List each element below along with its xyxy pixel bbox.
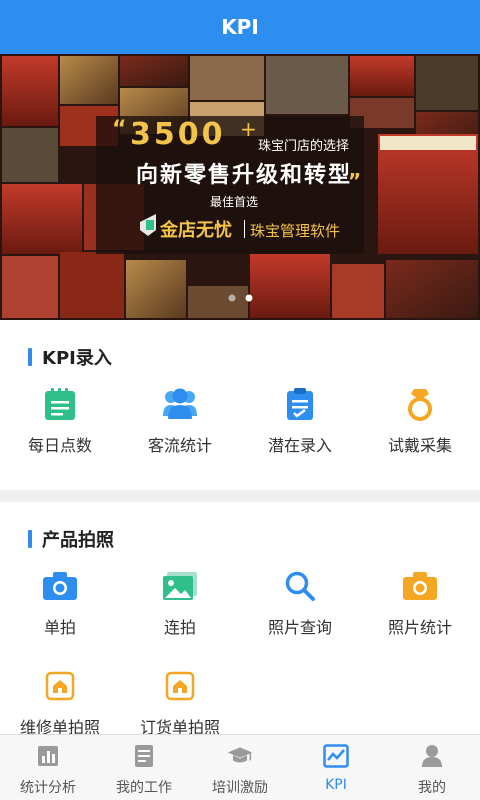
photo-item-label: 照片统计 [387, 618, 452, 637]
section-accent-bar [28, 348, 32, 366]
photo-section-title: 产品拍照 [28, 526, 114, 552]
banner-dot-2[interactable] [245, 294, 253, 302]
tab-my-work[interactable]: 我的工作 [96, 735, 192, 800]
photo-item-stats[interactable]: 照片统计 [360, 566, 480, 638]
bar-chart-icon [35, 743, 61, 769]
banner-dot-1[interactable] [228, 294, 236, 302]
photo-item-label: 单拍 [43, 618, 76, 637]
gallery-icon [160, 566, 200, 606]
camera-stats-icon [400, 566, 440, 606]
camera-icon [40, 566, 80, 606]
tab-label: 我的工作 [116, 780, 172, 796]
svg-text:”: ” [348, 169, 361, 193]
kpi-section-title: KPI录入 [28, 344, 112, 370]
kpi-item-label: 每日点数 [27, 436, 92, 455]
tab-profile[interactable]: 我的 [384, 735, 480, 800]
tab-label: 培训激励 [212, 780, 268, 796]
kpi-section-label: KPI录入 [42, 348, 112, 369]
kpi-item-label: 试戴采集 [387, 436, 452, 455]
photo-section-label: 产品拍照 [42, 530, 114, 551]
user-icon [419, 743, 445, 769]
svg-text:“: “ [112, 117, 126, 142]
kpi-item-label: 潜在录入 [267, 436, 332, 455]
tab-label: 我的 [418, 780, 446, 796]
ring-icon [400, 384, 440, 424]
section-divider [0, 490, 480, 502]
graduation-cap-icon [227, 743, 253, 769]
section-accent-bar [28, 530, 32, 548]
banner-headline: 向新零售升级和转型 [136, 162, 352, 188]
page-title: KPI [221, 15, 259, 39]
photo-item-single[interactable]: 单拍 [0, 566, 120, 638]
bottom-tab-bar: 统计分析 我的工作 培训激励 KPI 我的 [0, 734, 480, 800]
kpi-item-label: 客流统计 [147, 436, 212, 455]
tab-kpi[interactable]: KPI [288, 735, 384, 800]
order-photo-icon [160, 666, 200, 706]
banner-product: 珠宝管理软件 [250, 222, 340, 240]
header-bar: KPI [0, 0, 480, 54]
tab-label: KPI [325, 777, 347, 793]
banner-image: “ 3500 + 珠宝门店的选择 向新零售升级和转型 ” 最佳首选 金店无忧 珠… [0, 54, 480, 320]
photo-item-purchase-order[interactable]: 订货单拍照 [120, 666, 240, 738]
tab-label: 统计分析 [20, 780, 76, 796]
photo-item-label: 照片查询 [267, 618, 332, 637]
kpi-item-daily-count[interactable]: 每日点数 [0, 384, 120, 456]
calendar-icon [40, 384, 80, 424]
app-screen: KPI “ 3500 + 珠宝门店的选择 向新零售升级和转型 ” 最佳首选 金店… [0, 0, 480, 800]
banner-brand: 金店无忧 [159, 219, 232, 241]
promo-banner[interactable]: “ 3500 + 珠宝门店的选择 向新零售升级和转型 ” 最佳首选 金店无忧 珠… [0, 54, 480, 320]
tab-training[interactable]: 培训激励 [192, 735, 288, 800]
search-icon [280, 566, 320, 606]
photo-item-label: 连拍 [163, 618, 196, 637]
repair-photo-icon [40, 666, 80, 706]
photo-item-repair-order[interactable]: 维修单拍照 [0, 666, 120, 738]
banner-plus: + [240, 117, 257, 141]
tab-statistics[interactable]: 统计分析 [0, 735, 96, 800]
kpi-item-traffic-stats[interactable]: 客流统计 [120, 384, 240, 456]
photo-item-burst[interactable]: 连拍 [120, 566, 240, 638]
line-chart-icon [323, 743, 349, 769]
document-icon [131, 743, 157, 769]
kpi-item-tryon-collect[interactable]: 试戴采集 [360, 384, 480, 456]
kpi-item-potential-entry[interactable]: 潜在录入 [240, 384, 360, 456]
clipboard-icon [280, 384, 320, 424]
banner-tagline: 最佳首选 [210, 195, 258, 209]
photo-item-query[interactable]: 照片查询 [240, 566, 360, 638]
banner-big-number: 3500 [130, 117, 226, 152]
banner-subtitle: 珠宝门店的选择 [258, 138, 349, 154]
people-icon [160, 384, 200, 424]
